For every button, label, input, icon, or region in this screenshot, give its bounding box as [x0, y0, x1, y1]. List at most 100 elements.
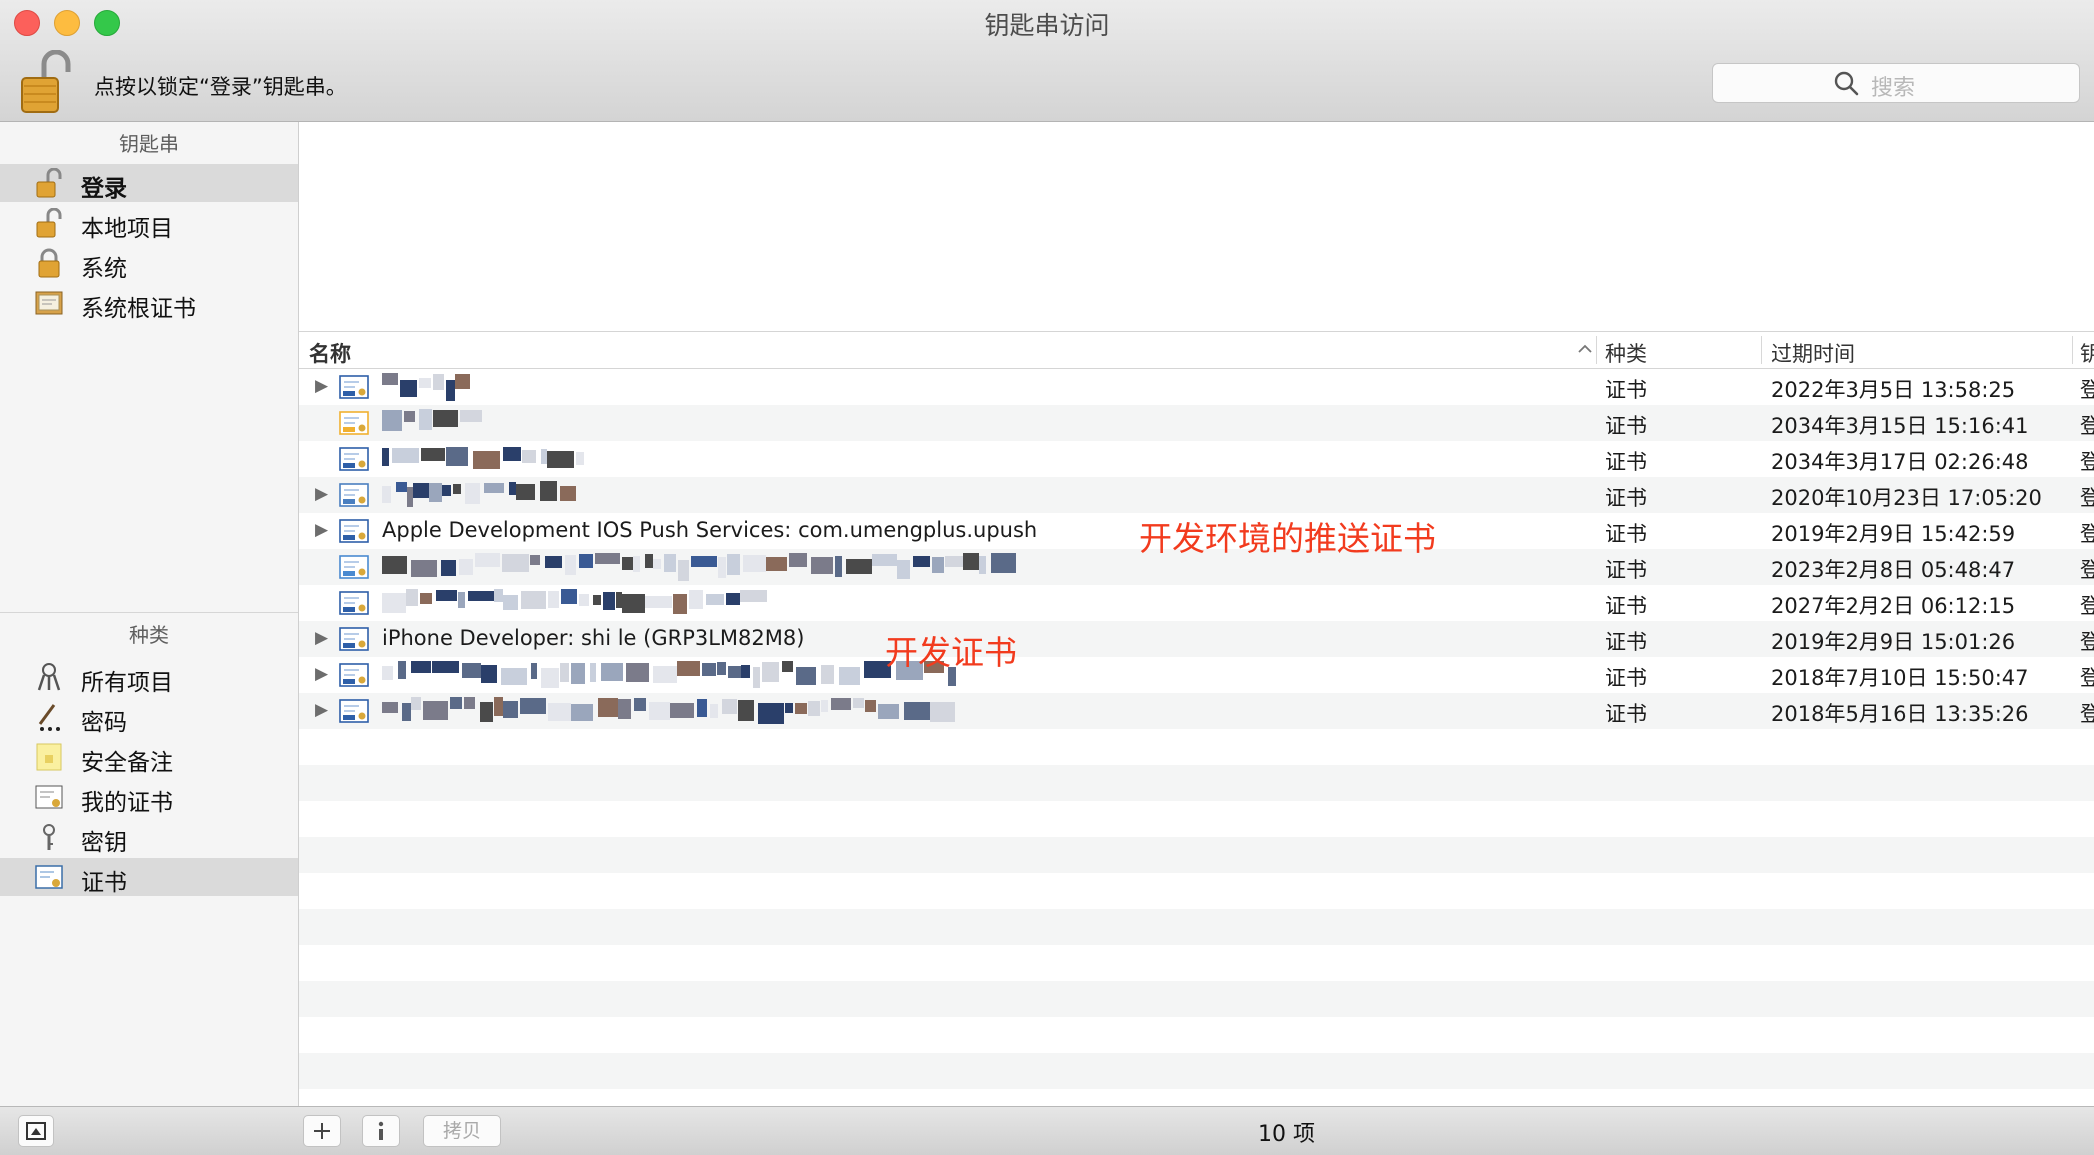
redaction-block — [561, 589, 577, 604]
redaction-block — [653, 666, 677, 683]
redaction-block — [560, 663, 569, 682]
disclosure-triangle-icon[interactable]: ▶ — [315, 700, 328, 720]
table-row[interactable]: 证书 2034年3月17日 02:26:48 登录 — [299, 441, 2094, 477]
redaction-block — [398, 661, 406, 679]
row-expiration: 2022年3月5日 13:58:25 — [1771, 378, 2016, 402]
table-row[interactable]: 证书 2027年2月2日 06:12:15 登录 — [299, 585, 2094, 621]
sidebar-item-label: 系统 — [81, 256, 127, 282]
redaction-block — [727, 554, 740, 575]
redaction-block — [468, 591, 494, 601]
redaction-block — [722, 699, 737, 714]
redaction-block — [429, 483, 442, 502]
table-row[interactable]: ▶ 证书 2018年7月10日 15:50:47 登录 — [299, 657, 2094, 693]
show-keychains-button[interactable] — [18, 1115, 54, 1147]
redaction-block — [677, 661, 700, 676]
redaction-block — [446, 447, 468, 466]
sidebar-item-passwords[interactable]: 密码 — [0, 698, 298, 736]
sidebar-item-keys[interactable]: 密钥 — [0, 818, 298, 856]
column-separator[interactable] — [2072, 336, 2073, 364]
redaction-block — [547, 451, 574, 468]
redaction-block — [691, 556, 717, 567]
certificate-icon — [339, 591, 369, 615]
disclosure-triangle-icon[interactable]: ▶ — [315, 520, 328, 540]
row-kind: 证书 — [1605, 558, 1647, 582]
redaction-block — [633, 556, 640, 572]
column-separator[interactable] — [1761, 336, 1762, 364]
redaction-block — [413, 483, 429, 498]
sidebar: 钥匙串 登录 本地项目 系统 系统根证书 种类 所有项目 密码 安全备注 我的证… — [0, 122, 299, 1106]
sort-ascending-icon[interactable] — [1576, 340, 1594, 358]
disclosure-triangle-icon[interactable]: ▶ — [315, 664, 328, 684]
sidebar-item-label: 所有项目 — [81, 670, 173, 696]
sidebar-item-system[interactable]: 系统 — [0, 244, 298, 282]
table-row[interactable]: ▶ iPhone Developer: shi le (GRP3LM82M8) 证书… — [299, 621, 2094, 657]
certificate-cabinet-icon — [35, 291, 63, 315]
redaction-block — [897, 560, 910, 579]
keychains-header: 钥匙串 — [119, 132, 179, 156]
column-header-kind[interactable]: 种类 — [1605, 338, 1647, 368]
table-row[interactable]: ▶ 证书 2018年5月16日 13:35:26 登录 — [299, 693, 2094, 729]
column-header-keychain[interactable]: 钥 — [2080, 338, 2094, 368]
annotation-push-certificate: 开发环境的推送证书 — [1139, 519, 1436, 558]
sidebar-item-label: 安全备注 — [81, 750, 173, 776]
row-expiration: 2018年5月16日 13:35:26 — [1771, 702, 2029, 726]
redaction-block — [406, 589, 418, 606]
sidebar-item-secure-notes[interactable]: 安全备注 — [0, 738, 298, 776]
table-row[interactable]: 证书 2034年3月15日 15:16:41 登录 — [299, 405, 2094, 441]
sidebar-item-my-certificates[interactable]: 我的证书 — [0, 778, 298, 816]
redacted-name — [382, 553, 1016, 581]
bottom-bar: 拷贝 10 项 — [0, 1106, 2094, 1155]
disclosure-triangle-icon[interactable]: ▶ — [315, 376, 328, 396]
row-keychain: 登录 — [2080, 666, 2094, 690]
redaction-block — [865, 700, 876, 712]
row-keychain: 登录 — [2080, 486, 2094, 510]
add-item-button[interactable] — [303, 1115, 341, 1147]
get-info-button[interactable] — [362, 1115, 400, 1147]
sidebar-item-all-items[interactable]: 所有项目 — [0, 658, 298, 696]
table-row[interactable]: ▶ 证书 2022年3月5日 13:58:25 登录 — [299, 369, 2094, 405]
certificate-icon — [339, 663, 369, 687]
redaction-block — [419, 409, 432, 430]
column-separator[interactable] — [1596, 336, 1597, 364]
info-icon — [378, 1121, 384, 1140]
search-field[interactable]: 搜索 — [1712, 63, 2080, 103]
disclosure-triangle-icon[interactable]: ▶ — [315, 484, 328, 504]
disclosure-triangle-icon[interactable]: ▶ — [315, 628, 328, 648]
sidebar-item-login[interactable]: 登录 — [0, 164, 298, 202]
redaction-block — [678, 560, 689, 581]
sidebar-item-system-roots[interactable]: 系统根证书 — [0, 284, 298, 322]
redaction-block — [411, 697, 421, 710]
redaction-block — [404, 411, 415, 422]
empty-table-row — [299, 981, 2094, 1017]
sidebar-item-label: 本地项目 — [81, 216, 173, 242]
redaction-block — [821, 700, 828, 712]
sidebar-item-certificates[interactable]: 证书 — [0, 858, 298, 896]
redaction-block — [484, 483, 504, 493]
sidebar-item-label: 密钥 — [81, 830, 127, 856]
redaction-block — [503, 447, 521, 461]
row-name: iPhone Developer: shi le (GRP3LM82M8) — [382, 626, 805, 650]
sidebar-item-local-items[interactable]: 本地项目 — [0, 204, 298, 242]
sidebar-item-label: 系统根证书 — [81, 296, 196, 322]
redaction-block — [421, 448, 445, 461]
redaction-block — [930, 702, 955, 722]
redaction-block — [400, 380, 417, 397]
redaction-block — [520, 698, 546, 714]
table-row[interactable]: ▶ 证书 2020年10月23日 17:05:20 登录 — [299, 477, 2094, 513]
certificate-icon — [339, 375, 369, 399]
column-header-name[interactable]: 名称 — [309, 338, 351, 368]
row-kind: 证书 — [1605, 666, 1647, 690]
row-keychain: 登录 — [2080, 450, 2094, 474]
redaction-block — [601, 663, 623, 681]
redacted-name — [382, 409, 482, 433]
column-header-expires[interactable]: 过期时间 — [1771, 338, 1855, 368]
redaction-block — [441, 560, 456, 576]
empty-table-row — [299, 1017, 2094, 1053]
unlocked-padlock-icon[interactable] — [20, 50, 72, 114]
copy-button[interactable]: 拷贝 — [423, 1115, 501, 1147]
redaction-block — [932, 557, 944, 573]
search-icon — [1834, 71, 1859, 96]
redaction-block — [645, 596, 672, 608]
redaction-block — [480, 702, 493, 722]
row-kind: 证书 — [1605, 414, 1647, 438]
